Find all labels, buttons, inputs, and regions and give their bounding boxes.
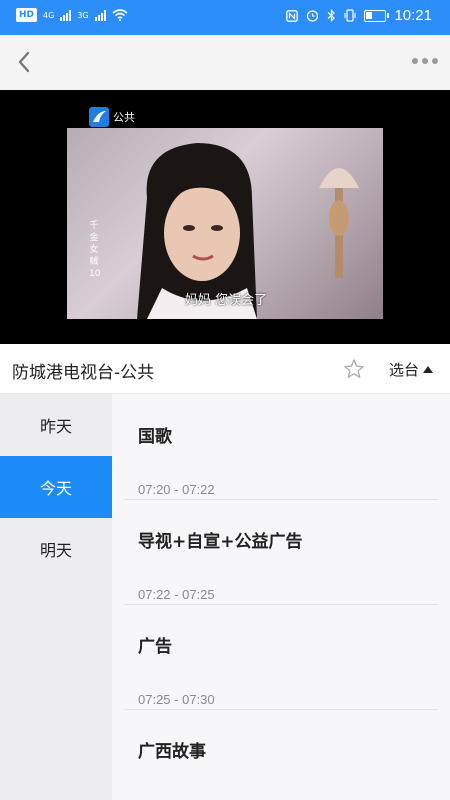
- program-time: 07:20 - 07:22: [138, 482, 215, 497]
- program-title: 广西故事: [138, 742, 206, 762]
- star-outline-icon[interactable]: [343, 358, 365, 380]
- status-left-indicators: HD 4G 3G: [16, 8, 128, 22]
- lamp-image: [319, 168, 359, 278]
- hd-badge: HD: [16, 8, 38, 22]
- more-dots-icon[interactable]: [410, 53, 440, 69]
- program-item[interactable]: 广告 07:25 - 07:30: [124, 604, 438, 710]
- signal-icon-2: [94, 9, 106, 21]
- nfc-icon: [286, 9, 299, 22]
- signal-icon-1: [60, 9, 72, 21]
- select-channel-button[interactable]: 选台: [389, 359, 434, 380]
- program-item[interactable]: 导视+自宣+公益广告 07:22 - 07:25: [124, 499, 438, 605]
- channel-logo-icon: [89, 107, 109, 127]
- vibrate-icon: [344, 9, 357, 22]
- channel-bar: 防城港电视台-公共 选台: [0, 344, 450, 394]
- episode-number: 10: [89, 269, 101, 279]
- battery-icon: [364, 9, 390, 22]
- day-tomorrow[interactable]: 明天: [0, 518, 112, 580]
- program-schedule: 国歌 07:20 - 07:22 导视+自宣+公益广告 07:22 - 07:2…: [112, 394, 450, 800]
- video-subtitle: 妈妈 您误会了: [185, 293, 268, 308]
- program-title: 导视+自宣+公益广告: [138, 532, 303, 552]
- video-player[interactable]: 千金女贼 10 妈妈 您误会了 公共: [0, 90, 450, 344]
- bluetooth-icon: [328, 9, 336, 22]
- chevron-left-icon[interactable]: [12, 49, 38, 75]
- status-right-indicators: 10:21: [286, 7, 432, 24]
- channel-logo: 公共: [89, 107, 135, 127]
- network-3g-label: 3G: [77, 10, 89, 20]
- top-nav-bar: [0, 35, 450, 90]
- day-list: 昨天 今天 明天: [0, 394, 112, 800]
- clock: 10:21: [394, 7, 432, 24]
- video-frame[interactable]: 千金女贼 10 妈妈 您误会了: [67, 128, 383, 319]
- program-title: 广告: [138, 637, 172, 657]
- alarm-icon: [307, 10, 319, 22]
- program-item[interactable]: 广西故事: [124, 709, 438, 800]
- drama-title-vertical: 千金女贼 10: [89, 221, 101, 279]
- channel-logo-text: 公共: [113, 111, 135, 124]
- program-time: 07:22 - 07:25: [138, 587, 215, 602]
- channel-name: 防城港电视台-公共: [12, 363, 155, 383]
- program-time: 07:25 - 07:30: [138, 692, 215, 707]
- program-item[interactable]: 国歌 07:20 - 07:22: [124, 394, 438, 500]
- day-today[interactable]: 今天: [0, 456, 112, 518]
- day-yesterday[interactable]: 昨天: [0, 394, 112, 456]
- battery-level: [366, 11, 373, 19]
- triangle-up-icon: [423, 366, 434, 373]
- program-title: 国歌: [138, 427, 172, 447]
- status-bar: HD 4G 3G 10:21: [0, 0, 450, 35]
- wifi-icon: [112, 9, 128, 21]
- select-channel-label: 选台: [389, 361, 420, 379]
- network-4g-label: 4G: [43, 10, 55, 20]
